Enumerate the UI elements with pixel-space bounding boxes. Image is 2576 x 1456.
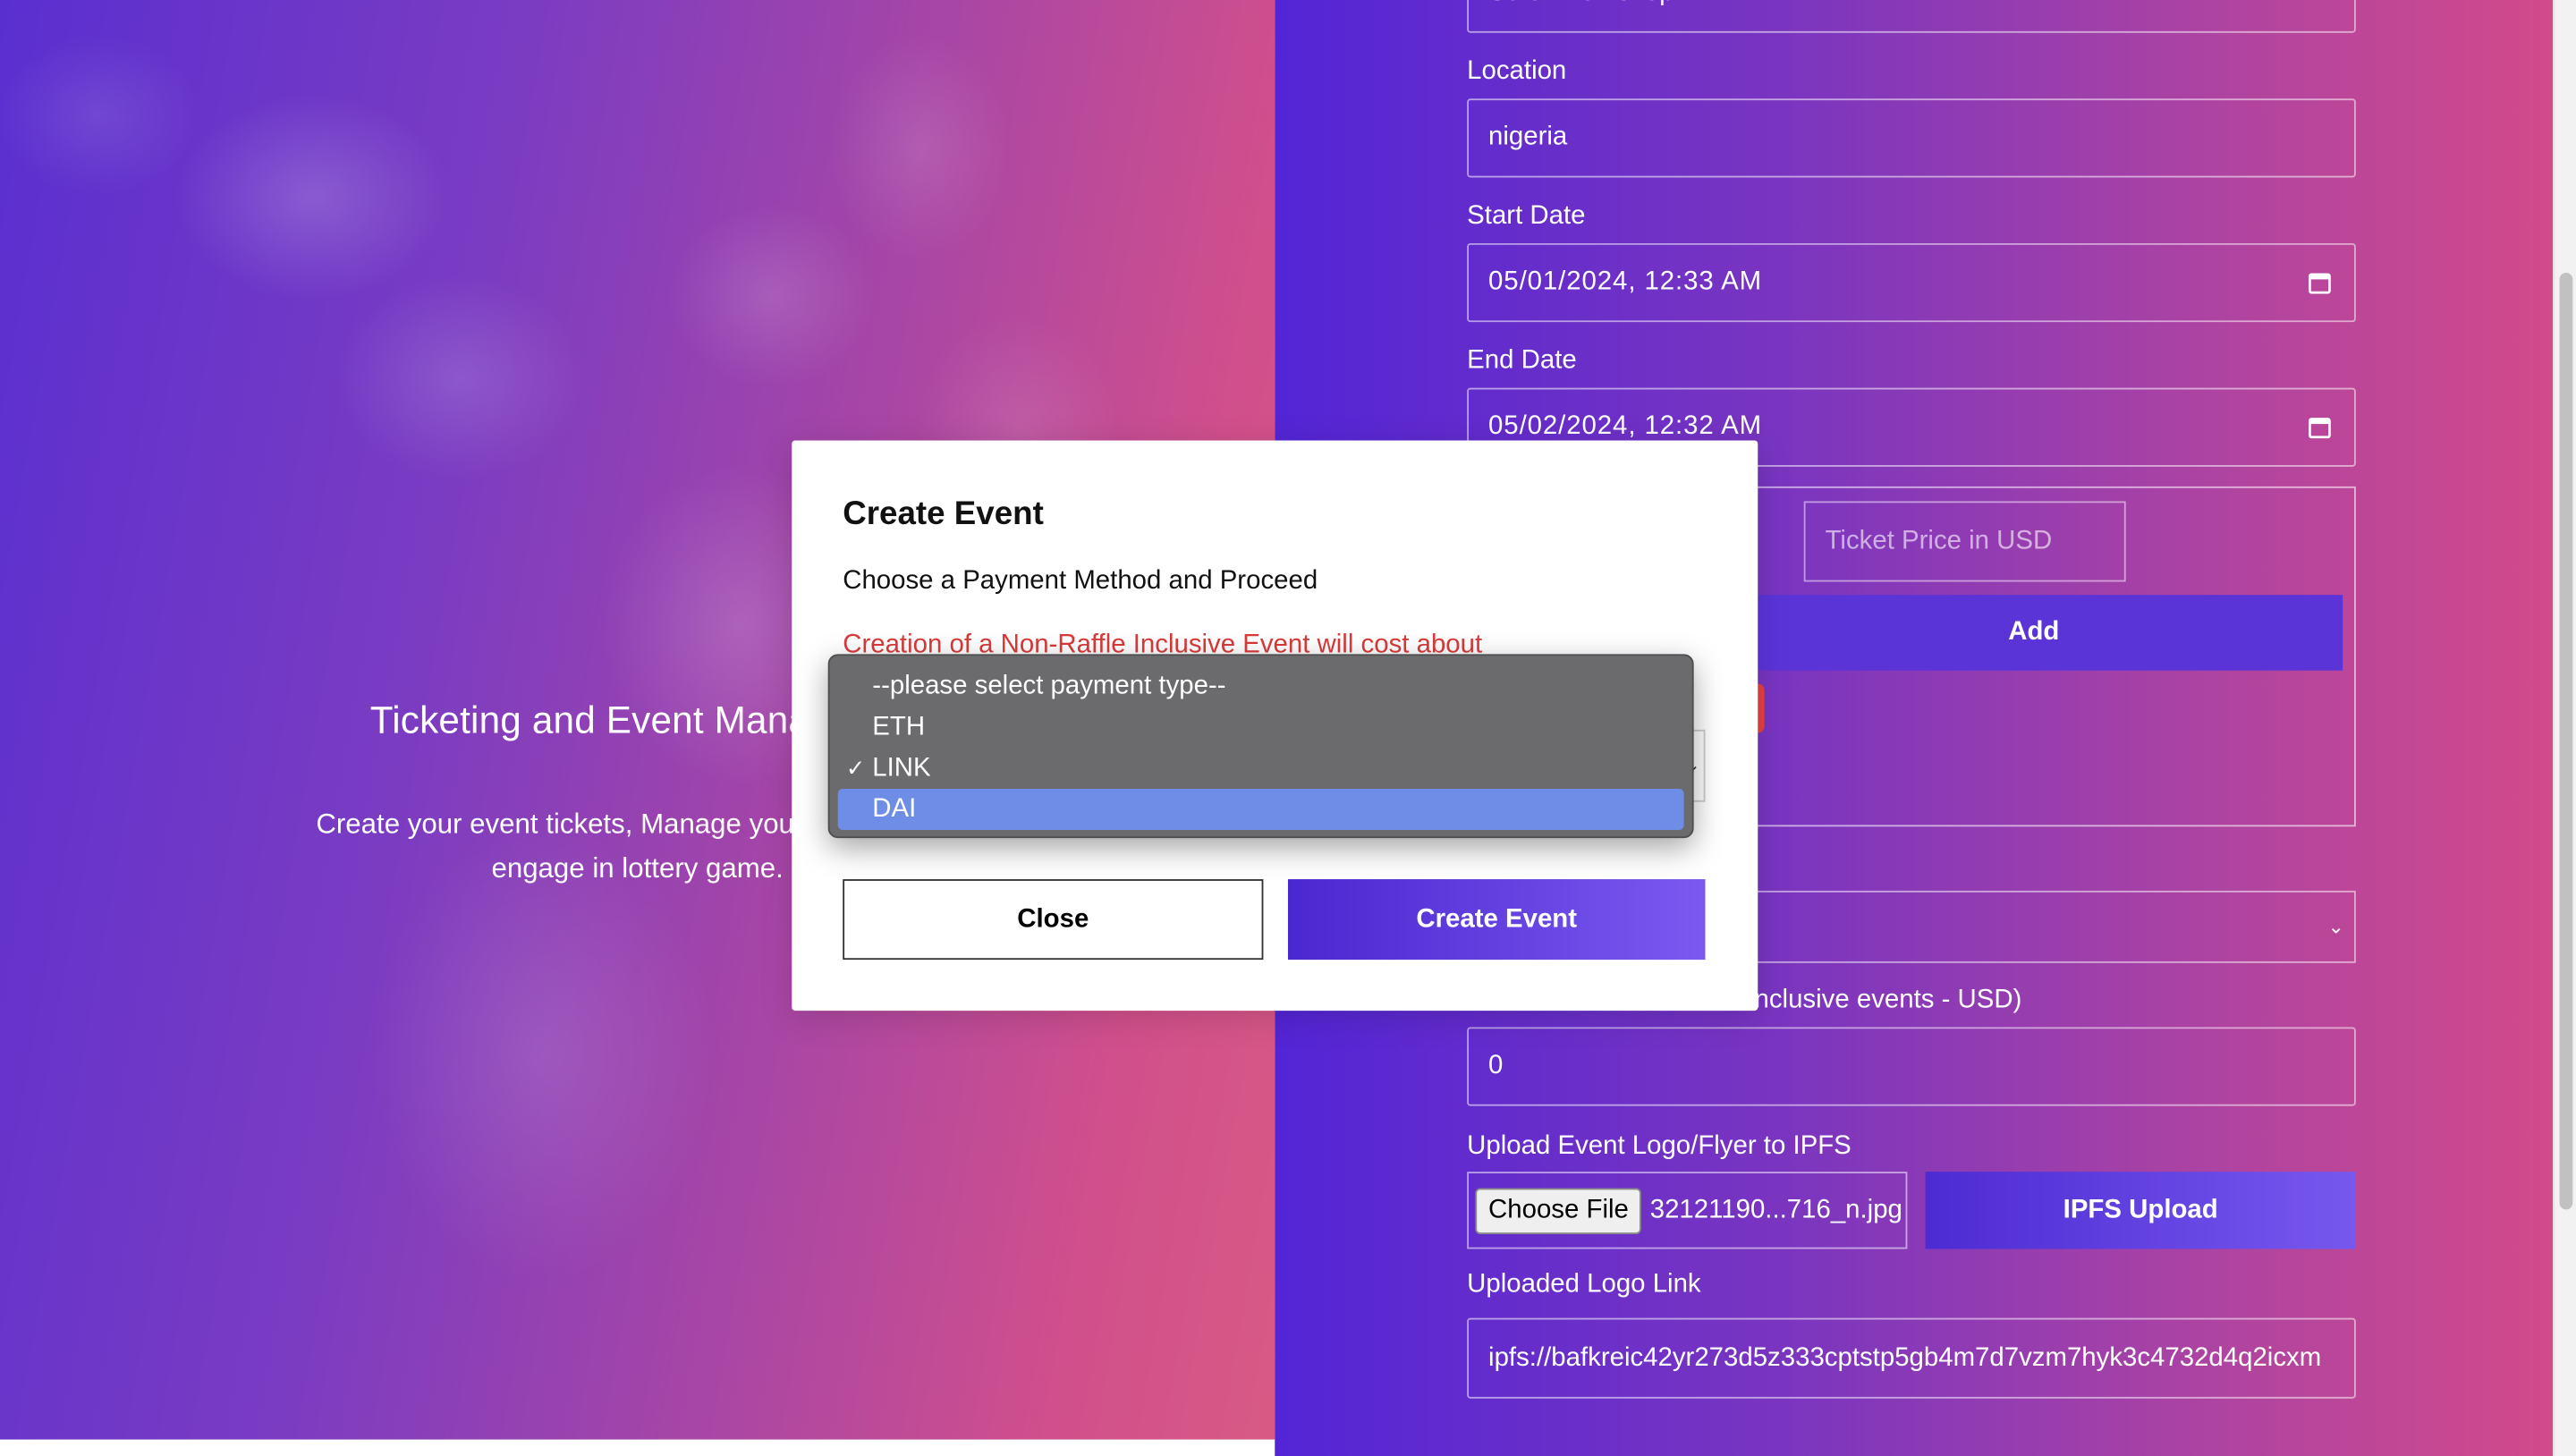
location-label: Location bbox=[1467, 57, 1567, 86]
event-title-value: Scroll workshop bbox=[1488, 0, 1674, 8]
close-button[interactable]: Close bbox=[843, 879, 1264, 961]
location-value: nigeria bbox=[1488, 123, 1568, 152]
option-eth[interactable]: ETH bbox=[838, 707, 1684, 748]
end-date-value: 05/02/2024, 12:32 AM bbox=[1488, 412, 1763, 441]
upload-label: Upload Event Logo/Flyer to IPFS bbox=[1467, 1132, 1852, 1161]
modal-description: Choose a Payment Method and Proceed bbox=[843, 566, 1318, 596]
chevron-down-icon: ⌄ bbox=[2327, 915, 2344, 939]
file-input[interactable]: Choose File 32121190...716_n.jpg bbox=[1467, 1172, 1908, 1249]
payment-type-dropdown: --please select payment type-- ETH ✓ LINK… bbox=[827, 654, 1694, 839]
option-placeholder[interactable]: --please select payment type-- bbox=[838, 665, 1684, 707]
start-date-field[interactable]: 05/01/2024, 12:33 AM bbox=[1467, 242, 2356, 323]
calendar-icon[interactable] bbox=[2309, 271, 2332, 294]
choose-file-button[interactable]: Choose File bbox=[1475, 1187, 1642, 1234]
event-title-field[interactable]: Scroll workshop bbox=[1467, 0, 2356, 33]
scrollbar-thumb[interactable] bbox=[2559, 273, 2573, 1210]
option-label: LINK bbox=[872, 754, 931, 783]
end-date-label: End Date bbox=[1467, 346, 1577, 375]
logo-link-label: Uploaded Logo Link bbox=[1467, 1270, 1701, 1299]
option-label: ETH bbox=[872, 713, 926, 741]
start-date-label: Start Date bbox=[1467, 202, 1586, 231]
option-dai[interactable]: DAI bbox=[837, 789, 1684, 830]
logo-link-value: ipfs://bafkreic42yr273d5z333cptstp5gb4m7… bbox=[1488, 1343, 2322, 1372]
calendar-icon[interactable] bbox=[2309, 416, 2332, 439]
file-name: 32121190...716_n.jpg bbox=[1649, 1195, 1902, 1224]
raffle-price-value: 0 bbox=[1488, 1052, 1504, 1080]
scrollbar[interactable] bbox=[2553, 0, 2576, 1456]
ipfs-upload-button[interactable]: IPFS Upload bbox=[1925, 1172, 2356, 1249]
modal-title: Create Event bbox=[843, 495, 1044, 533]
option-link[interactable]: ✓ LINK bbox=[838, 748, 1684, 789]
create-event-button[interactable]: Create Event bbox=[1287, 879, 1706, 961]
option-label: --please select payment type-- bbox=[872, 672, 1226, 700]
logo-link-field[interactable]: ipfs://bafkreic42yr273d5z333cptstp5gb4m7… bbox=[1467, 1317, 2356, 1399]
location-field[interactable]: nigeria bbox=[1467, 98, 2356, 178]
raffle-price-field[interactable]: 0 bbox=[1467, 1027, 2356, 1106]
checkmark-icon: ✓ bbox=[845, 754, 866, 781]
add-ticket-button[interactable]: Add bbox=[1724, 595, 2343, 671]
ticket-price-input[interactable]: Ticket Price in USD bbox=[1803, 501, 2126, 582]
option-label: DAI bbox=[872, 795, 917, 824]
hero-bottom-strip bbox=[0, 1439, 1275, 1456]
start-date-value: 05/01/2024, 12:33 AM bbox=[1488, 267, 1763, 296]
